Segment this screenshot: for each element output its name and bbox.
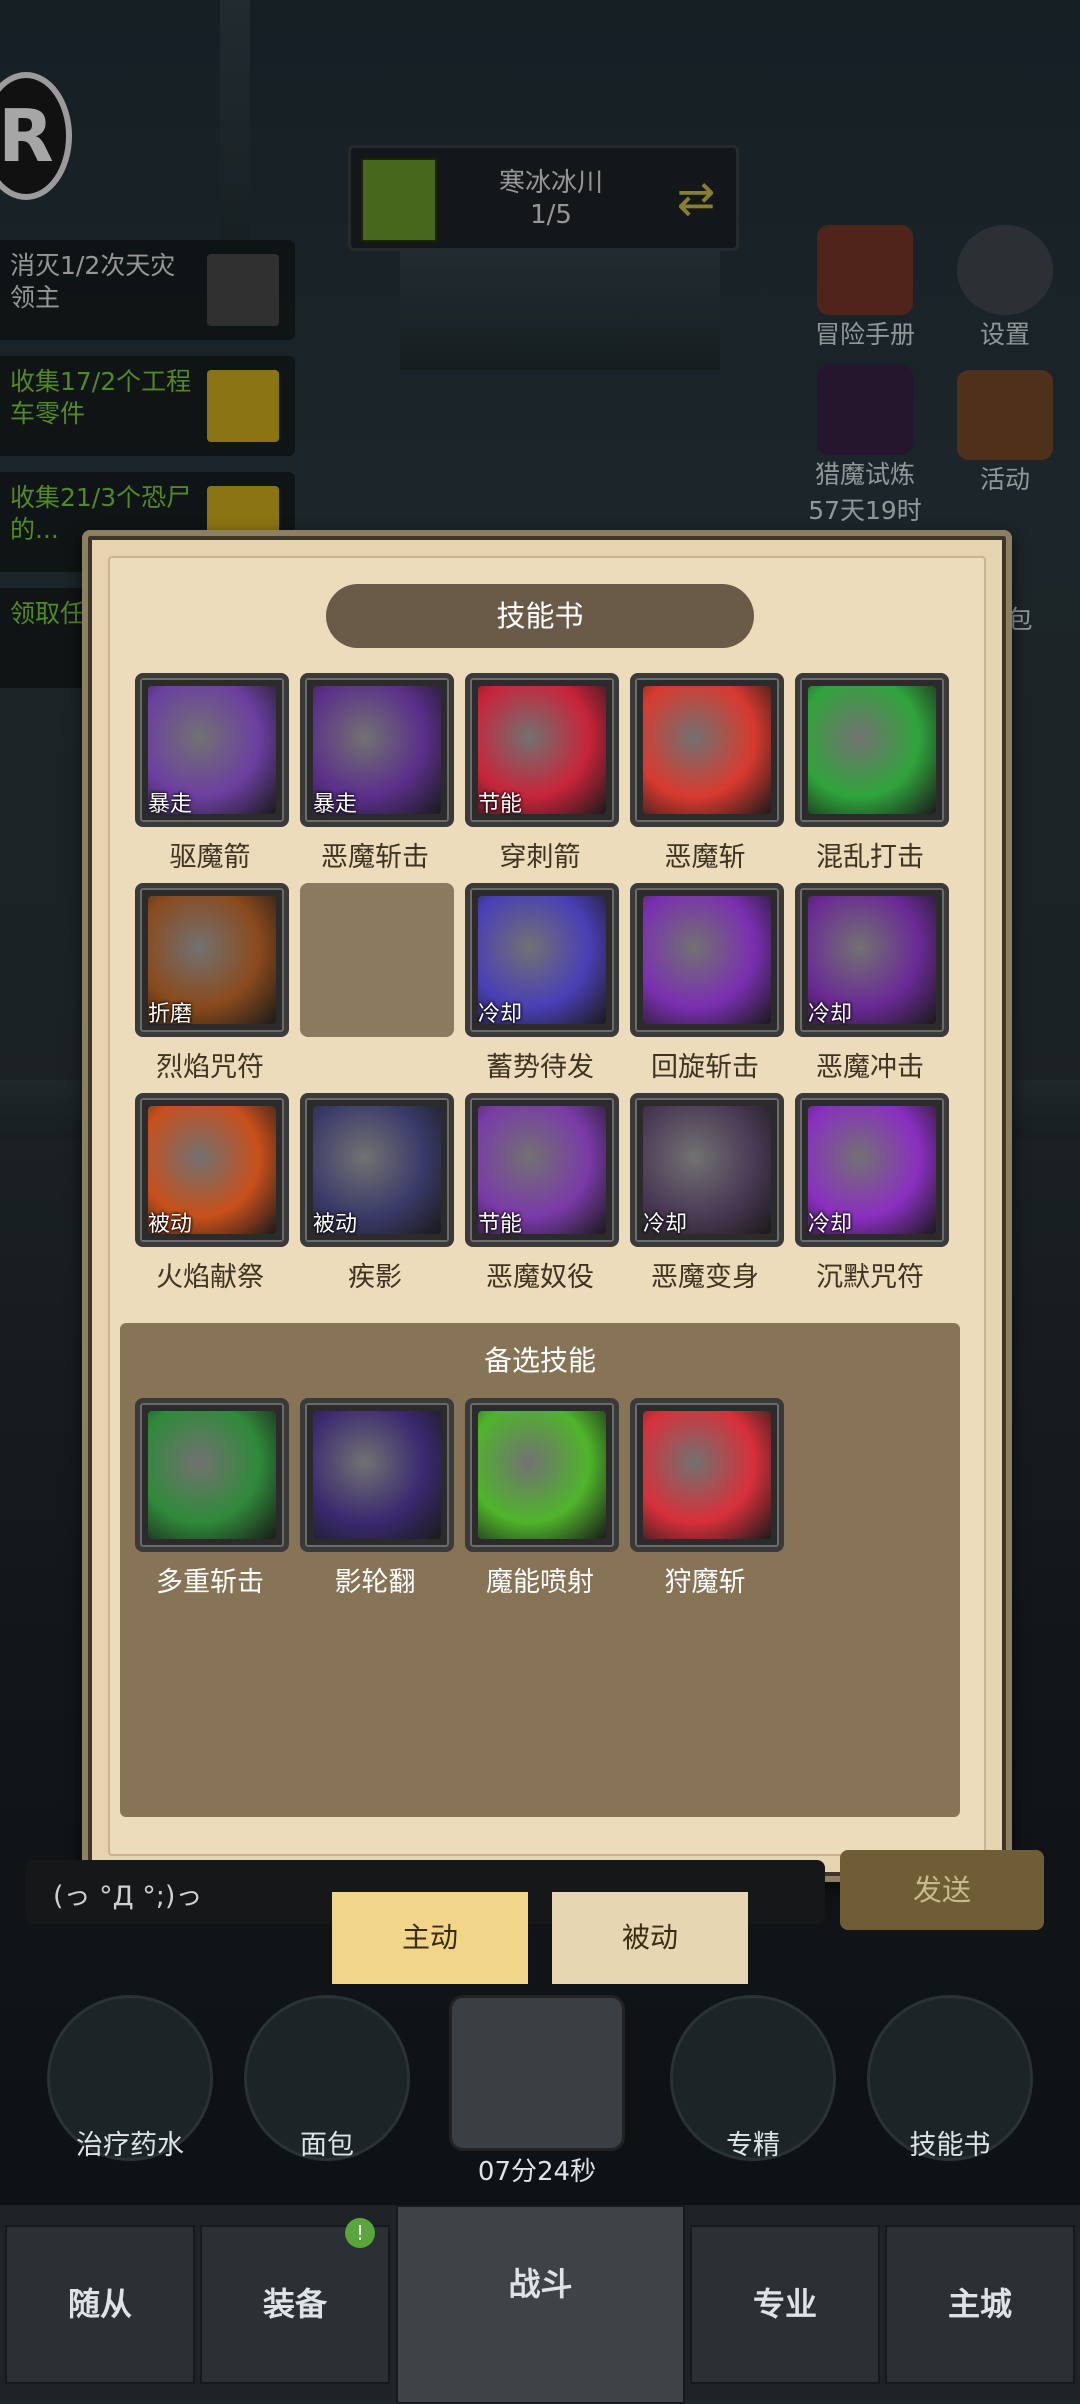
alternate-skills-title: 备选技能 (483, 1344, 596, 1377)
skill-tag: 冷却 (808, 1212, 853, 1237)
skill-tag: 被动 (313, 1212, 358, 1237)
nav-battle-label: 战斗 (508, 2265, 573, 2303)
dialog-title: 技能书 (326, 584, 754, 648)
skill-slot[interactable]: 冷却蓄势待发 (465, 883, 619, 1084)
skill-slot[interactable]: 冷却恶魔变身 (630, 1093, 784, 1294)
treasure-chest-button[interactable]: 07分24秒 (447, 1995, 627, 2188)
skill-slot[interactable]: 暴走恶魔斩击 (300, 673, 454, 874)
skill-name: 影轮翻 (334, 1567, 416, 1598)
skill-slot[interactable]: 被动火焰献祭 (135, 1093, 289, 1294)
skill-slot[interactable]: 回旋斩击 (630, 883, 784, 1084)
skill-name: 恶魔奴役 (486, 1262, 594, 1293)
chest-timer: 07分24秒 (477, 2157, 597, 2187)
nav-city[interactable]: 主城 (885, 2225, 1075, 2384)
skill-icon-frame: 暴走 (135, 673, 289, 827)
nav-equipment[interactable]: 装备 (200, 2225, 390, 2384)
tab-passive-skills[interactable]: 被动 (552, 1892, 748, 1984)
skill-icon (643, 686, 771, 814)
skill-name: 狩魔斩 (664, 1567, 746, 1598)
skillbook-button[interactable]: 技能书 (865, 1995, 1035, 2162)
skill-slot[interactable]: 冷却恶魔冲击 (795, 883, 949, 1084)
skill-icon-frame (795, 673, 949, 827)
skill-tag: 冷却 (478, 1002, 523, 1027)
skill-name: 恶魔斩 (664, 842, 746, 873)
skill-tag: 暴走 (148, 792, 193, 817)
skill-icon (148, 1411, 276, 1539)
skill-name: 混乱打击 (816, 842, 924, 873)
skill-name: 恶魔冲击 (816, 1052, 924, 1083)
skill-tag: 冷却 (643, 1212, 688, 1237)
specialize-label: 专精 (726, 2130, 780, 2161)
bottom-nav: 随从 装备 战斗 专业 主城 (0, 2205, 1080, 2404)
skill-name: 多重斩击 (156, 1567, 264, 1598)
send-button[interactable]: 发送 (840, 1850, 1044, 1930)
potion-button[interactable]: 治疗药水 (45, 1995, 215, 2162)
skill-slot[interactable]: 暴走驱魔箭 (135, 673, 289, 874)
skill-icon (643, 896, 771, 1024)
chat-emote-text: (っ °Д °;)っ (53, 1881, 203, 1912)
nav-followers[interactable]: 随从 (5, 2225, 195, 2384)
skill-icon-frame (465, 1398, 619, 1552)
skill-name: 烈焰咒符 (156, 1052, 264, 1083)
skill-slot[interactable]: 节能恶魔奴役 (465, 1093, 619, 1294)
skill-slot[interactable]: 折磨烈焰咒符 (135, 883, 289, 1084)
skill-name: 魔能喷射 (486, 1567, 594, 1598)
skill-icon-frame (630, 1398, 784, 1552)
skill-icon-frame: 冷却 (795, 1093, 949, 1247)
skill-name: 蓄势待发 (486, 1052, 594, 1083)
skill-icon-frame (300, 1398, 454, 1552)
skill-name: 回旋斩击 (651, 1052, 759, 1083)
potion-label: 治疗药水 (76, 2130, 184, 2161)
skill-icon-frame (300, 883, 454, 1037)
skill-icon-frame: 折磨 (135, 883, 289, 1037)
skill-tag: 节能 (478, 1212, 523, 1237)
nav-battle[interactable]: 战斗 (396, 2205, 685, 2404)
equipment-notification-badge: ! (345, 2218, 375, 2248)
bread-label: 面包 (300, 2130, 354, 2161)
skill-name: 火焰献祭 (156, 1262, 264, 1293)
skill-slot[interactable]: 被动疾影 (300, 1093, 454, 1294)
skill-slot[interactable]: 混乱打击 (795, 673, 949, 874)
skill-icon-frame: 被动 (135, 1093, 289, 1247)
chest-icon (449, 1995, 625, 2151)
skill-icon-frame: 节能 (465, 673, 619, 827)
bread-button[interactable]: 面包 (242, 1995, 412, 2162)
alternate-skill-slot[interactable]: 魔能喷射 (465, 1398, 619, 1599)
skill-slot[interactable]: 冷却沉默咒符 (795, 1093, 949, 1294)
skillbook-label: 技能书 (909, 2130, 991, 2161)
skill-tag: 冷却 (808, 1002, 853, 1027)
skill-name: 疾影 (348, 1262, 402, 1293)
specialize-button[interactable]: 专精 (668, 1995, 838, 2162)
skill-tag: 被动 (148, 1212, 193, 1237)
skill-icon-frame: 暴走 (300, 673, 454, 827)
skill-icon-frame (135, 1398, 289, 1552)
skill-tag: 节能 (478, 792, 523, 817)
skill-icon (808, 686, 936, 814)
alternate-skill-slot[interactable]: 多重斩击 (135, 1398, 289, 1599)
skill-icon (313, 1411, 441, 1539)
skill-slot[interactable]: 节能穿刺箭 (465, 673, 619, 874)
skill-tag: 暴走 (313, 792, 358, 817)
skill-name: 恶魔变身 (651, 1262, 759, 1293)
skill-name: 驱魔箭 (169, 842, 251, 873)
tab-active-skills[interactable]: 主动 (332, 1892, 528, 1984)
skill-icon-frame: 节能 (465, 1093, 619, 1247)
skill-name: 恶魔斩击 (321, 842, 429, 873)
skill-tag: 折磨 (148, 1002, 193, 1027)
skill-icon (643, 1411, 771, 1539)
skill-icon-frame: 被动 (300, 1093, 454, 1247)
skill-icon (478, 1411, 606, 1539)
skill-icon-frame: 冷却 (630, 1093, 784, 1247)
skill-icon-frame (630, 673, 784, 827)
skill-icon-frame (630, 883, 784, 1037)
skill-name: 沉默咒符 (816, 1262, 924, 1293)
alternate-skill-slot[interactable]: 影轮翻 (300, 1398, 454, 1599)
skill-name: 穿刺箭 (499, 842, 581, 873)
nav-profession[interactable]: 专业 (690, 2225, 880, 2384)
skill-slot[interactable]: 恶魔斩 (630, 673, 784, 874)
skill-icon-frame: 冷却 (795, 883, 949, 1037)
alternate-skill-slot[interactable]: 狩魔斩 (630, 1398, 784, 1599)
empty-skill-slot[interactable] (300, 883, 454, 1045)
skill-icon-frame: 冷却 (465, 883, 619, 1037)
